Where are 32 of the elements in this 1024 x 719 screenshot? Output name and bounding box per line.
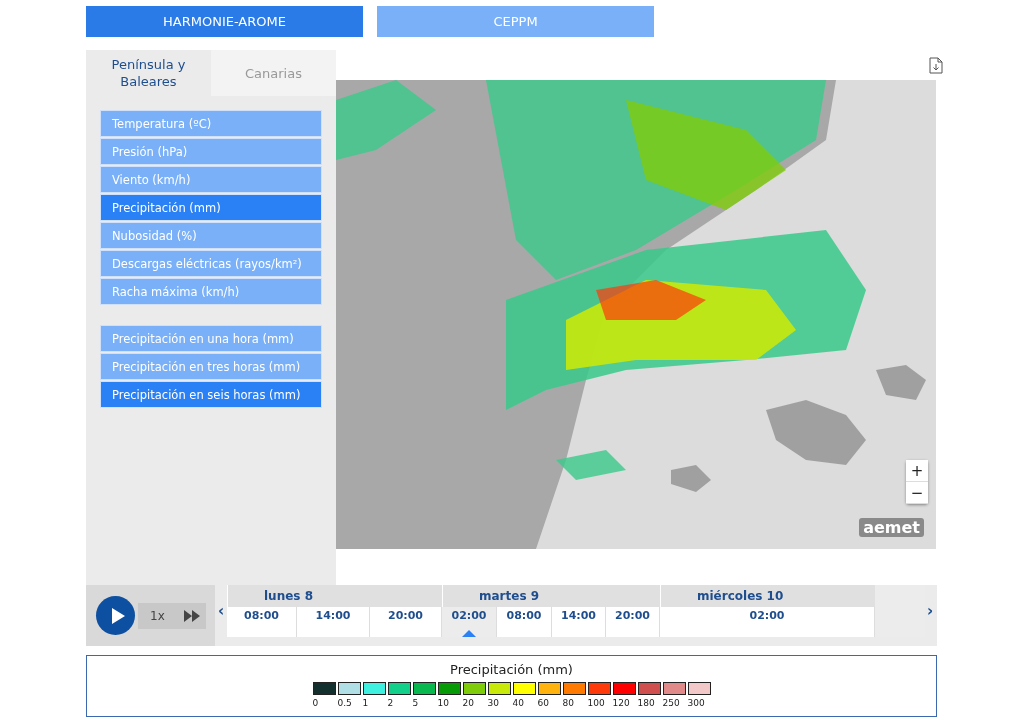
model-tab[interactable]: HARMONIE-AROME (86, 6, 363, 37)
day-header: martes 9 (442, 585, 660, 607)
play-button[interactable] (96, 596, 135, 635)
legend-label: 250 (662, 698, 680, 708)
legend-label: 180 (637, 698, 655, 708)
legend-label: 0.5 (337, 698, 352, 708)
play-icon (110, 607, 125, 624)
day-header: lunes 8 (227, 585, 442, 607)
fast-forward-icon[interactable] (184, 609, 200, 622)
legend-label: 100 (587, 698, 605, 708)
legend-label: 5 (412, 698, 419, 708)
zoom-in-button[interactable]: + (906, 460, 928, 482)
variable-item[interactable]: Precipitación (mm) (100, 194, 322, 221)
legend-label: 120 (612, 698, 630, 708)
zoom-out-button[interactable]: − (906, 482, 928, 504)
time-slot[interactable]: 02:00 (442, 607, 497, 637)
legend-label: 80 (562, 698, 574, 708)
speed-label[interactable]: 1x (150, 608, 165, 623)
legend-title: Precipitación (mm) (450, 662, 573, 677)
legend-label: 60 (537, 698, 549, 708)
legend-label: 0 (312, 698, 319, 708)
logo-text: aemet (859, 518, 924, 537)
legend-label: 300 (687, 698, 705, 708)
download-icon[interactable] (929, 56, 943, 74)
legend-label: 10 (437, 698, 449, 708)
legend-label: 20 (462, 698, 474, 708)
legend-label: 2 (387, 698, 394, 708)
day-header: miércoles 10 (660, 585, 875, 607)
legend-label: 40 (512, 698, 524, 708)
legend-label: 1 (362, 698, 369, 708)
variable-item[interactable]: Precipitación en seis horas (mm) (100, 381, 322, 408)
legend-label: 30 (487, 698, 499, 708)
